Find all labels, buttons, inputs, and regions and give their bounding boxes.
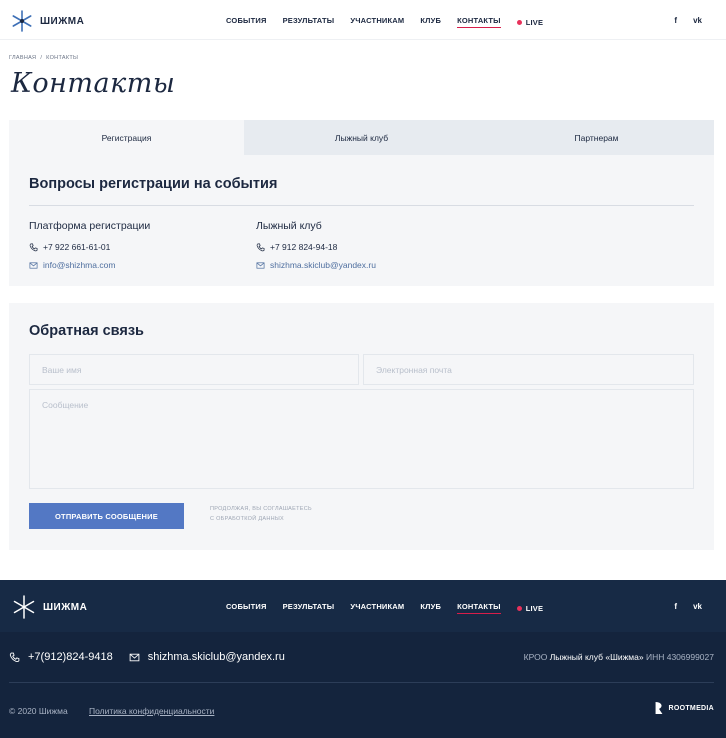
email-row[interactable]: shizhma.skiclub@yandex.ru	[256, 256, 376, 274]
nav-results[interactable]: РЕЗУЛЬТАТЫ	[283, 602, 335, 614]
column-title: Лыжный клуб	[256, 220, 322, 232]
phone-icon	[29, 243, 38, 251]
developer-name: ROOTMEDIA	[668, 704, 714, 712]
nav-live[interactable]: LIVE	[516, 602, 544, 614]
copyright: © 2020 Шижма	[9, 706, 68, 716]
footer-logo[interactable]: ШИЖМА	[11, 594, 87, 620]
email-link: info@shizhma.com	[43, 260, 116, 270]
footer-email[interactable]: shizhma.skiclub@yandex.ru	[129, 651, 285, 663]
mail-icon	[29, 261, 38, 269]
nav-events[interactable]: СОБЫТИЯ	[226, 16, 267, 28]
breadcrumb-home[interactable]: ГЛАВНАЯ	[9, 55, 36, 61]
column-title: Платформа регистрации	[29, 220, 151, 232]
breadcrumb: ГЛАВНАЯ / КОНТАКТЫ	[9, 55, 78, 61]
footer-social-links: f vk	[674, 602, 702, 611]
message-textarea[interactable]: Сообщение	[29, 389, 694, 489]
phone-row[interactable]: +7 922 661-61-01	[29, 238, 150, 256]
nav-contacts[interactable]: КОНТАКТЫ	[457, 602, 501, 614]
contact-column-platform: Платформа регистрации +7 922 661-61-01 i…	[29, 220, 150, 274]
main-nav: СОБЫТИЯ РЕЗУЛЬТАТЫ УЧАСТНИКАМ КЛУБ КОНТА…	[226, 16, 543, 28]
phone-text: +7 912 824-94-18	[270, 242, 338, 252]
breadcrumb-separator: /	[40, 55, 43, 61]
consent-line: С ОБРАБОТКОЙ ДАННЫХ	[210, 516, 285, 522]
registration-panel: Вопросы регистрации на события Платформа…	[9, 155, 714, 286]
phone-icon	[9, 652, 20, 662]
footer-contacts: +7(912)824-9418 shizhma.skiclub@yandex.r…	[9, 651, 285, 663]
registration-title: Вопросы регистрации на события	[29, 176, 278, 192]
nav-live-label: LIVE	[525, 17, 544, 27]
logo-text: ШИЖМА	[43, 601, 88, 613]
logo-text: ШИЖМА	[40, 15, 85, 27]
facebook-icon[interactable]: f	[674, 602, 677, 611]
nav-live-label: LIVE	[525, 603, 544, 613]
contact-column-club: Лыжный клуб +7 912 824-94-18 shizhma.ski…	[256, 220, 376, 274]
send-message-button[interactable]: ОТПРАВИТЬ СООБЩЕНИЕ	[29, 503, 184, 529]
nav-club[interactable]: КЛУБ	[420, 602, 441, 614]
nav-contacts[interactable]: КОНТАКТЫ	[457, 16, 501, 28]
snowflake-logo-icon	[13, 595, 35, 619]
vk-icon[interactable]: vk	[693, 16, 702, 25]
organization-info: КРОО Лыжный клуб «Шижма» ИНН 4306999027	[524, 652, 714, 662]
footer-phone-text: +7(912)824-9418	[28, 651, 113, 663]
consent-line: ПРОДОЛЖАЯ, ВЫ СОГЛАШАЕТЕСЬ	[210, 506, 312, 512]
footer-nav-bar: ШИЖМА СОБЫТИЯ РЕЗУЛЬТАТЫ УЧАСТНИКАМ КЛУБ…	[0, 580, 726, 632]
nav-results[interactable]: РЕЗУЛЬТАТЫ	[283, 16, 335, 28]
org-inn: ИНН 4306999027	[645, 652, 714, 662]
divider	[29, 205, 694, 206]
contact-tabs: Регистрация Лыжный клуб Партнерам	[9, 120, 714, 155]
tab-registration[interactable]: Регистрация	[9, 120, 244, 155]
mail-icon	[129, 653, 140, 661]
tab-ski-club[interactable]: Лыжный клуб	[244, 120, 479, 155]
page-title: Контакты	[11, 68, 176, 99]
live-dot-icon	[516, 605, 522, 611]
nav-participants[interactable]: УЧАСТНИКАМ	[350, 602, 404, 614]
feedback-panel: Обратная связь Ваше имя Электронная почт…	[9, 303, 714, 550]
footer-divider	[9, 682, 714, 683]
vk-icon[interactable]: vk	[693, 602, 702, 611]
breadcrumb-current: КОНТАКТЫ	[46, 55, 79, 61]
consent-note: ПРОДОЛЖАЯ, ВЫ СОГЛАШАЕТЕСЬ С ОБРАБОТКОЙ …	[210, 504, 340, 524]
org-name: Лыжный клуб «Шижма»	[549, 652, 644, 662]
email-link: shizhma.skiclub@yandex.ru	[270, 260, 376, 270]
email-row[interactable]: info@shizhma.com	[29, 256, 150, 274]
phone-row[interactable]: +7 912 824-94-18	[256, 238, 376, 256]
name-input[interactable]: Ваше имя	[29, 354, 359, 385]
rootmedia-logo-icon	[655, 702, 662, 714]
footer-phone[interactable]: +7(912)824-9418	[9, 651, 113, 663]
developer-badge[interactable]: ROOTMEDIA	[653, 701, 714, 715]
facebook-icon[interactable]: f	[674, 16, 677, 25]
site-header: ШИЖМА СОБЫТИЯ РЕЗУЛЬТАТЫ УЧАСТНИКАМ КЛУБ…	[0, 0, 726, 40]
mail-icon	[256, 261, 265, 269]
footer-email-text: shizhma.skiclub@yandex.ru	[147, 651, 285, 663]
snowflake-logo-icon	[12, 10, 32, 32]
nav-events[interactable]: СОБЫТИЯ	[226, 602, 267, 614]
privacy-policy-link[interactable]: Политика конфиденциальности	[89, 706, 214, 716]
tab-partners[interactable]: Партнерам	[479, 120, 714, 155]
org-prefix: КРОО	[523, 652, 548, 662]
logo[interactable]: ШИЖМА	[10, 9, 84, 33]
feedback-title: Обратная связь	[29, 323, 144, 339]
phone-text: +7 922 661-61-01	[43, 242, 111, 252]
nav-live[interactable]: LIVE	[516, 16, 544, 28]
social-links: f vk	[674, 16, 702, 25]
nav-participants[interactable]: УЧАСТНИКАМ	[350, 16, 404, 28]
phone-icon	[256, 243, 265, 251]
nav-club[interactable]: КЛУБ	[420, 16, 441, 28]
email-input[interactable]: Электронная почта	[363, 354, 694, 385]
footer-nav: СОБЫТИЯ РЕЗУЛЬТАТЫ УЧАСТНИКАМ КЛУБ КОНТА…	[226, 602, 543, 614]
site-footer: ШИЖМА СОБЫТИЯ РЕЗУЛЬТАТЫ УЧАСТНИКАМ КЛУБ…	[0, 580, 726, 738]
live-dot-icon	[516, 19, 522, 25]
